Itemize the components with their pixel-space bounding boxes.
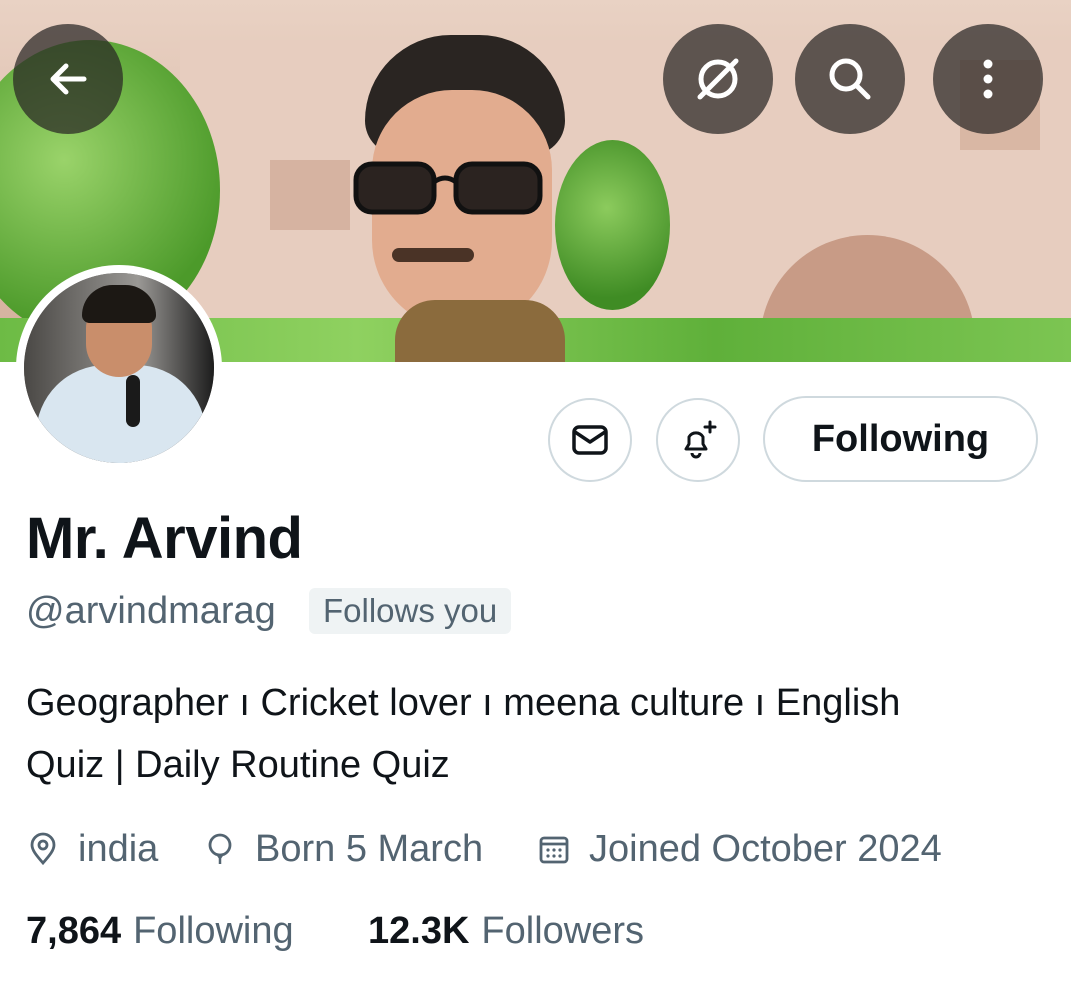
arrow-left-icon xyxy=(50,63,87,95)
followers-label: Followers xyxy=(481,910,645,952)
banner-window xyxy=(270,160,350,230)
bio-line: Quiz | Daily Routine Quiz xyxy=(26,744,450,786)
calendar-icon xyxy=(539,836,569,864)
followers-count: 12.3K xyxy=(368,910,470,952)
location-text: india xyxy=(78,827,159,870)
more-options-button[interactable] xyxy=(933,24,1043,134)
message-button[interactable] xyxy=(548,398,632,482)
following-count: 7,864 xyxy=(26,910,122,952)
joined-info: Joined October 2024 xyxy=(537,824,942,874)
birthday-text: Born 5 March xyxy=(255,827,484,870)
back-button[interactable] xyxy=(13,24,123,134)
follows-you-badge: Follows you xyxy=(309,588,512,634)
search-icon xyxy=(829,58,871,100)
envelope-icon xyxy=(572,425,608,455)
banner-person-shirt xyxy=(395,300,565,362)
bell-plus-icon xyxy=(684,420,717,459)
grok-button[interactable] xyxy=(663,24,773,134)
location-info: india xyxy=(26,824,158,874)
avatar[interactable] xyxy=(16,265,222,471)
bio-line: Geographer ı Cricket lover ı meena cultu… xyxy=(26,682,901,724)
followers-stat[interactable]: 12.3K Followers xyxy=(368,910,644,953)
banner-tree xyxy=(555,140,670,310)
profile-bio: Geographer ı Cricket lover ı meena cultu… xyxy=(26,672,1046,796)
more-vertical-icon xyxy=(983,59,993,99)
following-stat[interactable]: 7,864 Following xyxy=(26,910,294,953)
following-label: Following xyxy=(133,910,294,952)
search-button[interactable] xyxy=(795,24,905,134)
following-button[interactable]: Following xyxy=(763,396,1038,482)
avatar-microphone xyxy=(126,375,140,427)
balloon-icon xyxy=(208,833,232,864)
avatar-photo xyxy=(24,273,214,463)
notifications-button[interactable] xyxy=(656,398,740,482)
banner-person-mustache xyxy=(392,248,474,262)
sunglasses xyxy=(353,161,543,215)
profile-handle: @arvindmarag xyxy=(26,590,276,632)
birthday-info: Born 5 March xyxy=(203,824,483,874)
grok-icon xyxy=(697,58,739,100)
location-pin-icon xyxy=(30,832,56,866)
display-name: Mr. Arvind xyxy=(26,506,303,571)
joined-text: Joined October 2024 xyxy=(589,827,942,870)
